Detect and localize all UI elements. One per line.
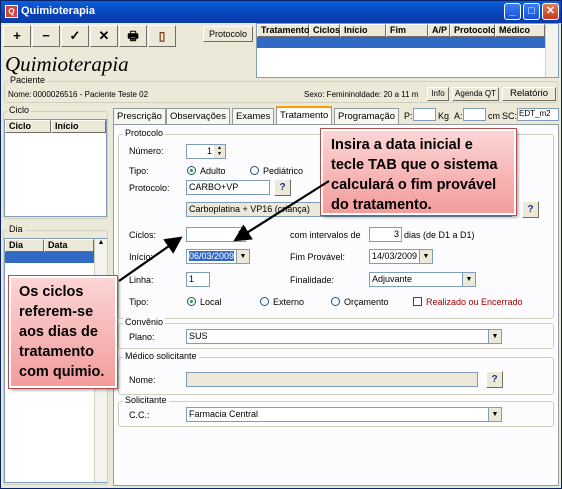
main-window: Q Quimioterapia _ □ ✕ + − ✓ ✕ 🖶 ▯ Protoc… [0,0,562,489]
annotation-arrows [118,180,330,282]
arrow-to-inicio [233,180,330,242]
arrow-to-ciclos [118,236,183,282]
